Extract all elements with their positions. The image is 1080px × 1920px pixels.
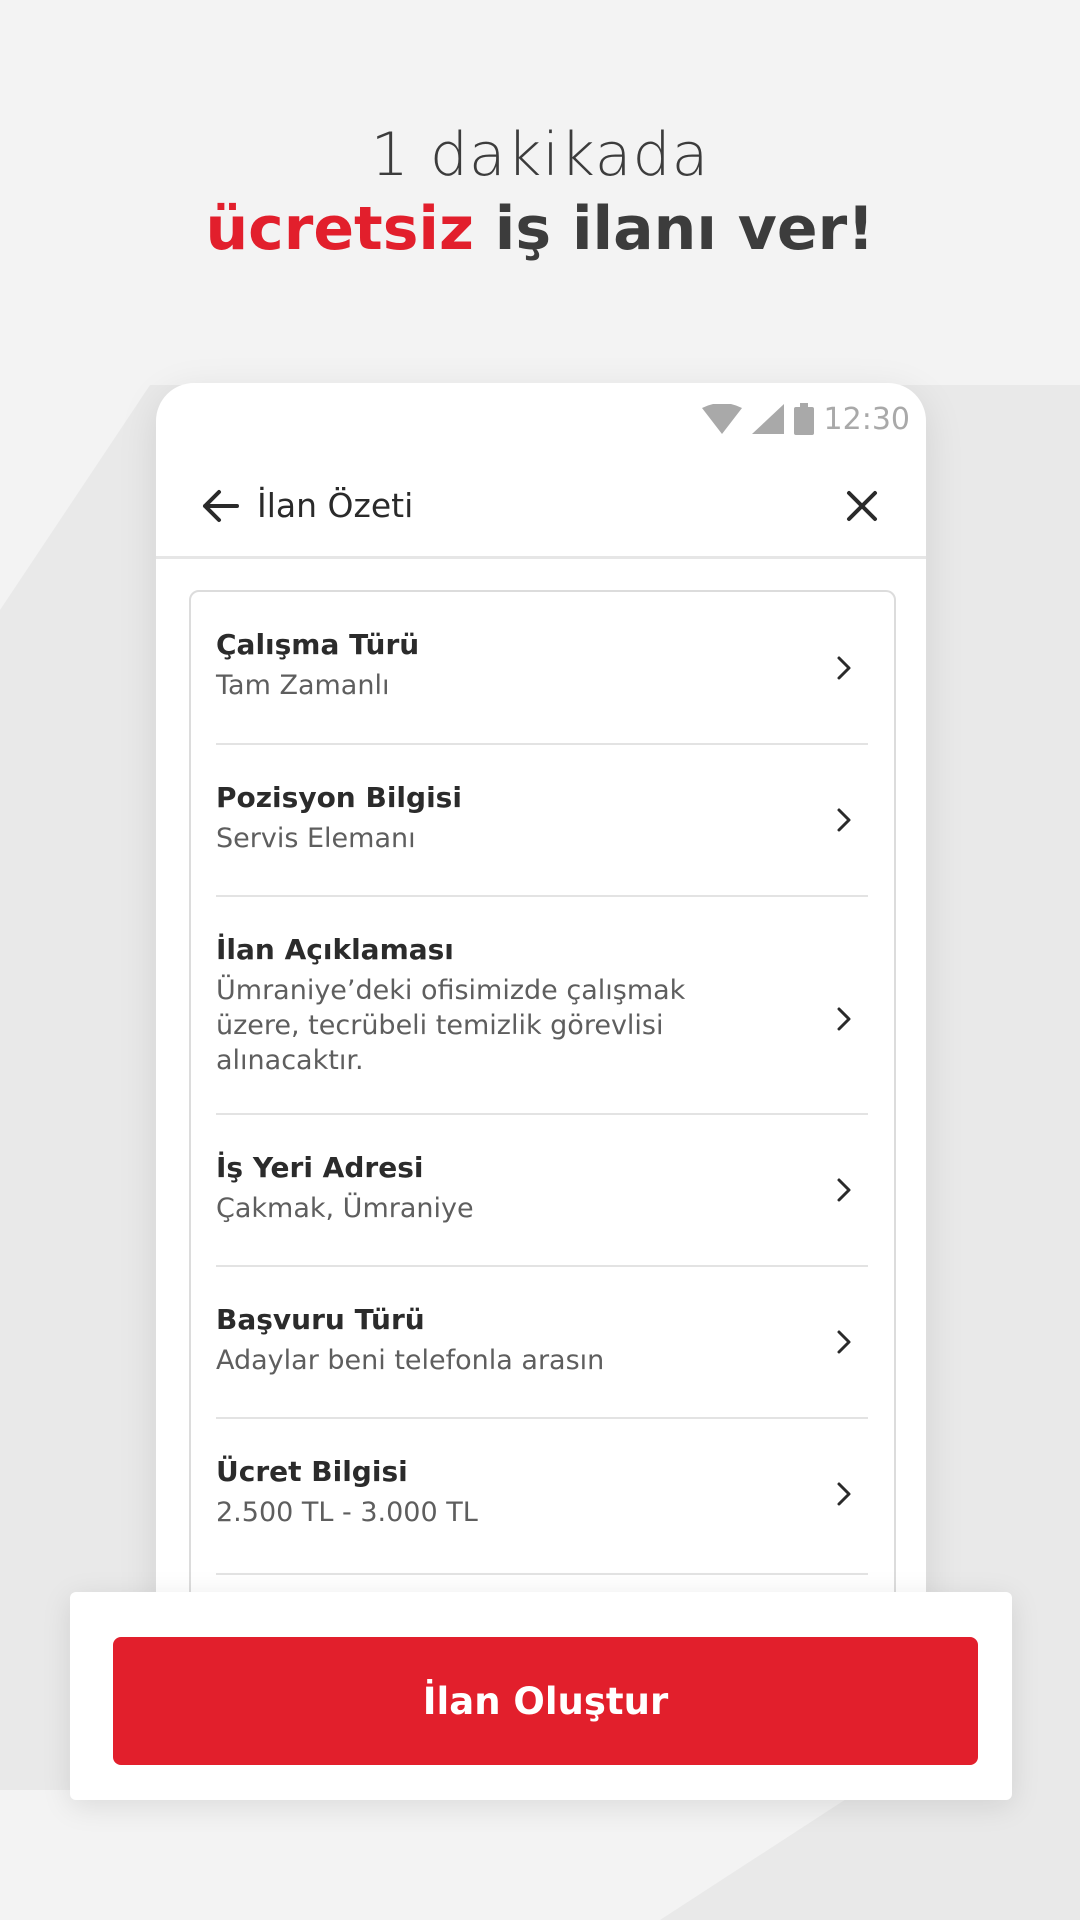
row-label: Çalışma Türü xyxy=(216,628,420,661)
row-value: Ümraniye’deki ofisimizde çalışmak üzere,… xyxy=(216,975,686,1076)
row-value: Tam Zamanlı xyxy=(216,670,390,701)
back-arrow-icon[interactable] xyxy=(194,480,246,532)
summary-row-salary[interactable]: Ücret Bilgisi 2.500 TL - 3.000 TL xyxy=(216,1419,868,1575)
headline-accent: ücretsiz xyxy=(205,194,474,264)
row-label: Başvuru Türü xyxy=(216,1303,425,1336)
phone-mockup: 12:30 İlan Özeti Çalışma Türü Tam Zamanl… xyxy=(156,383,926,1613)
summary-card: Çalışma Türü Tam Zamanlı Pozisyon Bilgis… xyxy=(189,590,896,1613)
page-title: İlan Özeti xyxy=(257,486,414,525)
status-time: 12:30 xyxy=(823,401,910,437)
headline-line-1: 1 dakikada xyxy=(370,120,710,190)
status-bar: 12:30 xyxy=(701,397,910,441)
chevron-right-icon xyxy=(837,1007,851,1031)
summary-row-description[interactable]: İlan Açıklaması Ümraniye’deki ofisimizde… xyxy=(216,897,868,1115)
summary-row-work-type[interactable]: Çalışma Türü Tam Zamanlı xyxy=(216,592,868,745)
row-value: Servis Elemanı xyxy=(216,823,416,854)
create-listing-button[interactable]: İlan Oluştur xyxy=(113,1637,978,1765)
bottom-action-panel: İlan Oluştur xyxy=(70,1592,1012,1800)
row-value: Çakmak, Ümraniye xyxy=(216,1193,474,1224)
row-label: İlan Açıklaması xyxy=(216,933,454,966)
app-bar: İlan Özeti xyxy=(156,458,926,559)
wifi-icon xyxy=(701,404,742,434)
chevron-right-icon xyxy=(837,1482,851,1506)
headline-rest: iş ilanı ver! xyxy=(473,194,875,264)
summary-row-position[interactable]: Pozisyon Bilgisi Servis Elemanı xyxy=(216,745,868,897)
headline: 1 dakikada ücretsiz iş ilanı ver! xyxy=(0,118,1080,266)
signal-icon xyxy=(751,404,784,434)
close-icon[interactable] xyxy=(836,480,888,532)
row-label: İş Yeri Adresi xyxy=(216,1151,424,1184)
chevron-right-icon xyxy=(837,1178,851,1202)
summary-row-address[interactable]: İş Yeri Adresi Çakmak, Ümraniye xyxy=(216,1115,868,1267)
battery-icon xyxy=(793,403,814,435)
headline-line-2: ücretsiz iş ilanı ver! xyxy=(0,192,1080,266)
row-label: Ücret Bilgisi xyxy=(216,1455,408,1488)
row-value: Adaylar beni telefonla arasın xyxy=(216,1345,605,1376)
chevron-right-icon xyxy=(837,808,851,832)
row-value: 2.500 TL - 3.000 TL xyxy=(216,1497,478,1528)
chevron-right-icon xyxy=(837,656,851,680)
row-label: Pozisyon Bilgisi xyxy=(216,781,462,814)
summary-row-application-type[interactable]: Başvuru Türü Adaylar beni telefonla aras… xyxy=(216,1267,868,1419)
chevron-right-icon xyxy=(837,1330,851,1354)
